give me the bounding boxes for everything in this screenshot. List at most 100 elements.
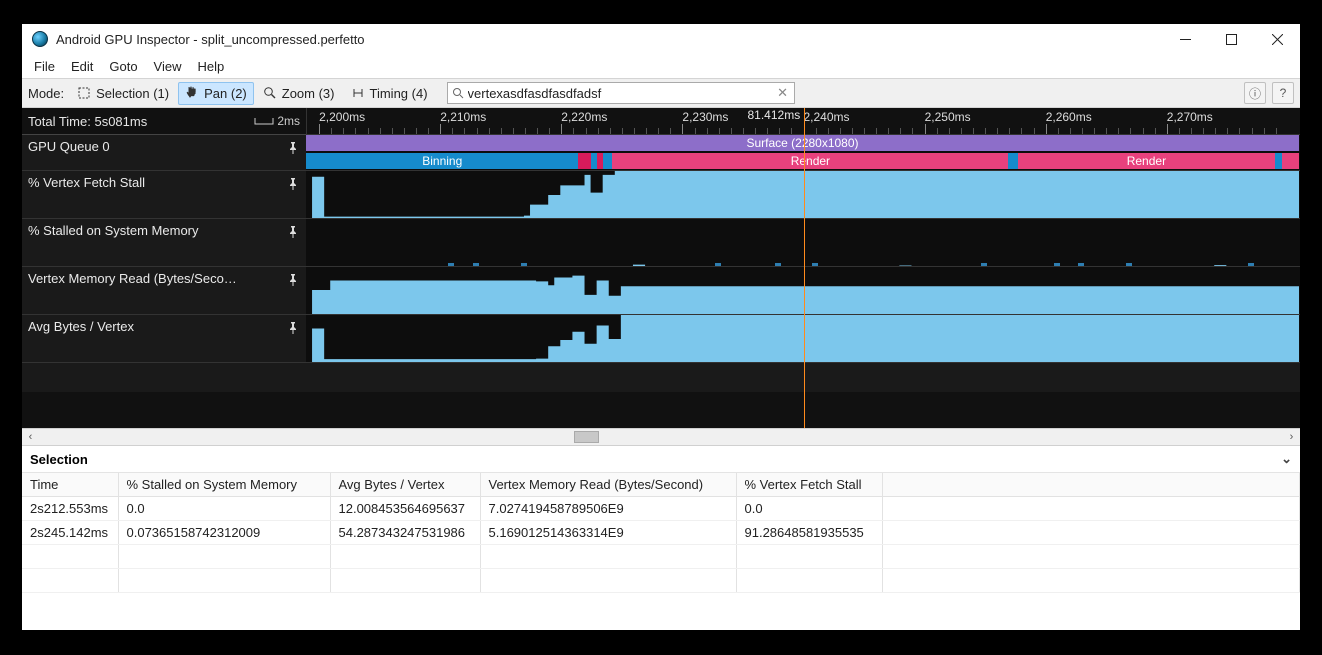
column-header[interactable]: % Stalled on System Memory — [118, 473, 330, 497]
mode-label-text: Selection (1) — [96, 86, 169, 101]
table-cell — [22, 545, 118, 569]
table-cell — [882, 521, 1300, 545]
counter-area — [306, 276, 1299, 314]
scroll-left-icon[interactable]: ‹ — [22, 431, 39, 443]
time-ruler[interactable]: 2,200ms2,210ms2,220ms2,230ms2,240ms2,250… — [306, 108, 1300, 134]
table-cell: 7.027419458789506E9 — [480, 497, 736, 521]
mode-label: Mode: — [28, 86, 64, 101]
track-label[interactable]: Vertex Memory Read (Bytes/Seco… — [22, 266, 306, 314]
tracks-area: Total Time: 5s081ms 2ms 2,200ms2,210ms2,… — [22, 108, 1300, 428]
window-title: Android GPU Inspector - split_uncompress… — [56, 32, 365, 47]
window-maximize-button[interactable] — [1208, 24, 1254, 54]
slice[interactable] — [578, 153, 590, 169]
ruler-tick-label: 2,250ms — [925, 110, 971, 124]
scroll-thumb[interactable] — [574, 431, 599, 443]
pin-icon[interactable] — [286, 321, 300, 335]
search-box[interactable]: ✕ — [447, 82, 795, 104]
column-header[interactable]: % Vertex Fetch Stall — [736, 473, 882, 497]
track-label[interactable]: % Stalled on System Memory — [22, 218, 306, 266]
table-cell — [882, 497, 1300, 521]
ruler-tick-label: 2,200ms — [319, 110, 365, 124]
timing-icon — [351, 86, 365, 100]
track-label[interactable]: % Vertex Fetch Stall — [22, 170, 306, 218]
track-label[interactable]: Avg Bytes / Vertex — [22, 314, 306, 362]
window-minimize-button[interactable] — [1162, 24, 1208, 54]
table-cell: 0.07365158742312009 — [118, 521, 330, 545]
column-header[interactable]: Vertex Memory Read (Bytes/Second) — [480, 473, 736, 497]
mode-pan-button[interactable]: Pan (2) — [178, 82, 254, 105]
ruler-tick-label: 2,220ms — [561, 110, 607, 124]
ruler-tick-label: 2,240ms — [804, 110, 850, 124]
menu-edit[interactable]: Edit — [63, 57, 101, 76]
track-name: Avg Bytes / Vertex — [28, 319, 134, 334]
scroll-right-icon[interactable]: › — [1283, 431, 1300, 443]
table-cell: 12.008453564695637 — [330, 497, 480, 521]
menubar: FileEditGotoViewHelp — [22, 54, 1300, 78]
titlebar: Android GPU Inspector - split_uncompress… — [22, 24, 1300, 54]
horizontal-scrollbar[interactable]: ‹ › — [22, 428, 1300, 445]
slice[interactable]: Render — [1018, 153, 1275, 169]
toolbar: Mode: Selection (1) Pan (2)Zoom (3)Timing… — [22, 78, 1300, 108]
track-name: GPU Queue 0 — [28, 139, 110, 154]
table-cell: 91.28648581935535 — [736, 521, 882, 545]
table-cell — [736, 569, 882, 593]
table-cell: 54.287343247531986 — [330, 521, 480, 545]
pin-icon[interactable] — [286, 177, 300, 191]
slice[interactable]: Surface (2280x1080) — [306, 135, 1299, 151]
menu-goto[interactable]: Goto — [101, 57, 145, 76]
track-name: Vertex Memory Read (Bytes/Seco… — [28, 271, 237, 286]
search-clear-icon[interactable]: ✕ — [776, 85, 790, 101]
help-button[interactable]: ? — [1272, 82, 1294, 104]
table-cell: 2s212.553ms — [22, 497, 118, 521]
table-cell — [480, 545, 736, 569]
table-cell — [736, 545, 882, 569]
menu-view[interactable]: View — [146, 57, 190, 76]
table-cell — [22, 569, 118, 593]
table-cell: 0.0 — [736, 497, 882, 521]
table-row[interactable] — [22, 569, 1300, 593]
table-cell: 0.0 — [118, 497, 330, 521]
selection-title: Selection — [30, 452, 88, 467]
table-cell — [480, 569, 736, 593]
slice[interactable]: Binning — [306, 153, 578, 169]
slice[interactable] — [603, 153, 613, 169]
search-icon — [452, 87, 464, 99]
track-name: % Stalled on System Memory — [28, 223, 199, 238]
table-cell: 5.169012514363314E9 — [480, 521, 736, 545]
column-header[interactable]: Avg Bytes / Vertex — [330, 473, 480, 497]
table-cell — [882, 545, 1300, 569]
pin-icon[interactable] — [286, 141, 300, 155]
window-close-button[interactable] — [1254, 24, 1300, 54]
ruler-tick-label: 2,260ms — [1046, 110, 1092, 124]
slice[interactable] — [1008, 153, 1018, 169]
slice[interactable] — [1275, 153, 1282, 169]
table-cell — [330, 569, 480, 593]
menu-help[interactable]: Help — [190, 57, 233, 76]
table-row[interactable]: 2s245.142ms0.0736515874231200954.2873432… — [22, 521, 1300, 545]
track-label[interactable]: GPU Queue 0 — [22, 134, 306, 170]
counter-area — [306, 315, 1299, 362]
table-cell: 2s245.142ms — [22, 521, 118, 545]
info-button[interactable]: ⓘ — [1244, 82, 1266, 104]
search-input[interactable] — [468, 86, 776, 101]
mode-timing-button[interactable]: Timing (4) — [344, 82, 435, 105]
selection-icon — [77, 86, 91, 100]
menu-file[interactable]: File — [26, 57, 63, 76]
slice[interactable] — [1282, 153, 1299, 169]
ruler-tick-label: 2,230ms — [682, 110, 728, 124]
column-header[interactable]: Time — [22, 473, 118, 497]
ruler-tick-label: 2,270ms — [1167, 110, 1213, 124]
table-cell — [118, 569, 330, 593]
table-row[interactable] — [22, 545, 1300, 569]
mode-selection-button[interactable]: Selection (1) — [70, 82, 176, 105]
table-row[interactable]: 2s212.553ms0.012.0084535646956377.027419… — [22, 497, 1300, 521]
time-marker[interactable] — [804, 108, 805, 428]
selection-panel: Selection ⌄ Time% Stalled on System Memo… — [22, 445, 1300, 630]
pin-icon[interactable] — [286, 225, 300, 239]
mode-zoom-button[interactable]: Zoom (3) — [256, 82, 342, 105]
pin-icon[interactable] — [286, 273, 300, 287]
track-name: % Vertex Fetch Stall — [28, 175, 145, 190]
slice[interactable]: Render — [612, 153, 1008, 169]
pan-icon — [185, 86, 199, 100]
collapse-icon[interactable]: ⌄ — [1281, 451, 1292, 467]
